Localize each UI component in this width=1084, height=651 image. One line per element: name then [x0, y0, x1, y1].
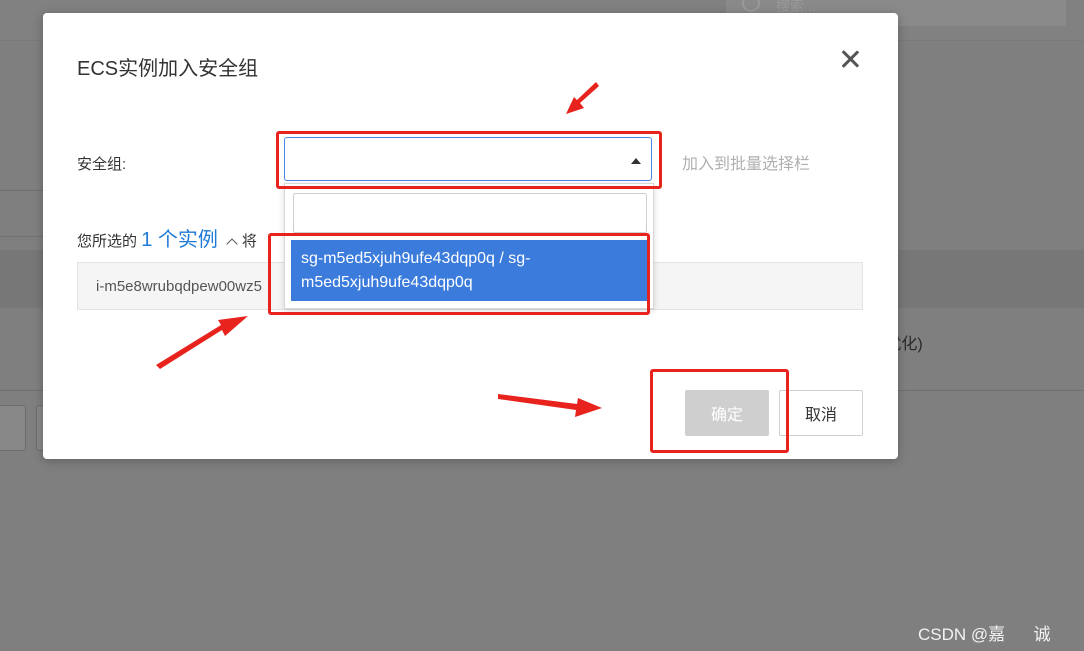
watermark: CSDN @嘉 诚 [918, 625, 1051, 644]
annotation-arrow-confirm [498, 394, 602, 417]
annotation-arrow-option [156, 316, 248, 369]
annotation-arrow-select [566, 82, 599, 114]
annotation-arrows [156, 82, 602, 417]
